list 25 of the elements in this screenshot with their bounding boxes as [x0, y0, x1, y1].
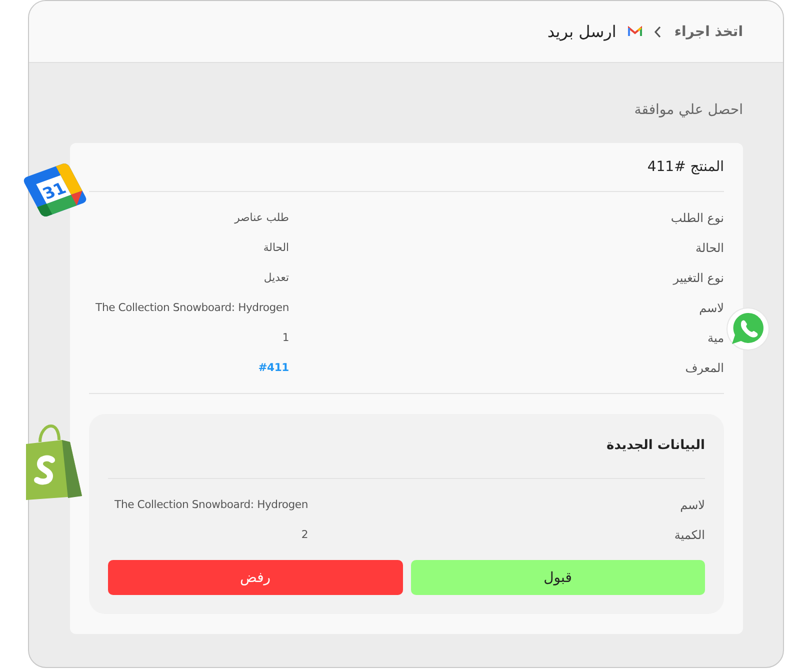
field-label: نوع التغيير — [673, 270, 724, 287]
reject-button[interactable]: رفض — [108, 560, 402, 595]
panel-title: البيانات الجديدة — [108, 434, 705, 479]
field-label: لاسم — [680, 497, 705, 514]
accept-button[interactable]: قبول — [410, 560, 705, 595]
section-title: احصل علي موافقة — [634, 101, 743, 120]
breadcrumb-link[interactable]: اتخذ اجراء — [674, 24, 743, 40]
field-label: الكمية — [674, 527, 705, 544]
card-title: المنتج #411 — [89, 153, 724, 192]
id-link[interactable]: #411 — [258, 353, 289, 383]
field-value: الحالة — [263, 240, 289, 256]
field-label: المعرف — [685, 360, 724, 377]
field-label: لاسم — [699, 300, 724, 317]
chevron-icon — [654, 26, 662, 38]
breadcrumb-current: ارسل بريد — [547, 22, 616, 41]
field-value: 1 — [282, 330, 289, 346]
field-value: The Collection Snowboard: Hydrogen — [114, 497, 308, 513]
field-value: تعديل — [264, 270, 289, 286]
field-label: الحالة — [696, 240, 724, 257]
field-label: نوع الطلب — [670, 210, 724, 227]
field-value: 2 — [301, 527, 308, 543]
field-value: The Collection Snowboard: Hydrogen — [96, 300, 289, 316]
field-value: طلب عناصر — [234, 210, 289, 226]
mail-icon — [628, 26, 642, 37]
field-label: مية — [708, 330, 724, 347]
